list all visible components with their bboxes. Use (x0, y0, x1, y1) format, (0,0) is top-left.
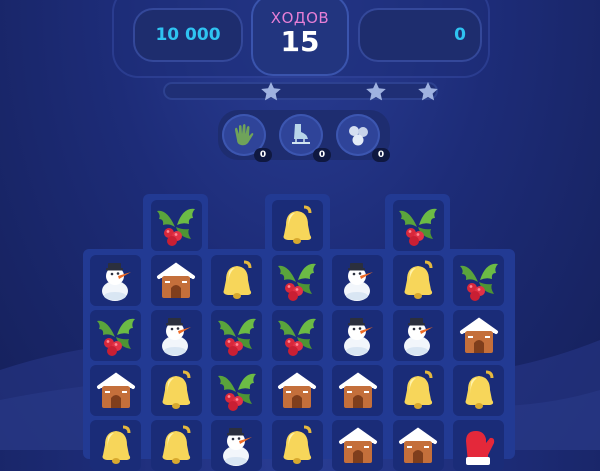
holly-icon (278, 318, 316, 356)
bell-icon (404, 370, 433, 409)
tile-bell[interactable] (271, 200, 323, 251)
score-display: 10 000 (133, 8, 243, 62)
tile-snowman[interactable] (332, 255, 383, 306)
bell-icon (465, 370, 493, 409)
snowman-icon (162, 317, 191, 356)
gingerbread-icon (338, 372, 377, 408)
bell-icon (102, 425, 130, 464)
tile-bell[interactable] (150, 365, 202, 416)
tile-holly[interactable] (392, 200, 444, 251)
target-value: 0 (454, 25, 466, 45)
moves-value: 15 (280, 25, 320, 58)
tile-bell[interactable] (90, 420, 141, 471)
bell-icon (162, 425, 191, 464)
holly-icon (278, 263, 316, 301)
booster-count: 0 (372, 148, 390, 162)
holly-icon (157, 208, 195, 246)
holly-icon (399, 208, 437, 246)
star-icon (418, 82, 438, 101)
tile-bell[interactable] (392, 365, 444, 416)
star-icon (366, 82, 386, 101)
tile-gingerbread[interactable] (90, 365, 141, 416)
gingerbread-icon (338, 427, 377, 463)
tile-mitten[interactable] (453, 420, 504, 471)
tile-snowman[interactable] (150, 310, 202, 361)
star-icon (261, 82, 281, 101)
glove-icon (235, 124, 254, 146)
tile-snowman[interactable] (90, 255, 141, 306)
tile-holly[interactable] (150, 200, 202, 251)
booster-count: 0 (254, 148, 272, 162)
skate-icon (292, 124, 310, 144)
tile-holly[interactable] (271, 255, 323, 306)
booster-count: 0 (313, 148, 331, 162)
tile-bell[interactable] (392, 255, 444, 306)
snowman-icon (101, 262, 131, 301)
snowman-icon (404, 317, 433, 356)
snowman-icon (343, 262, 373, 301)
bell-icon (283, 205, 312, 244)
gingerbread-icon (96, 372, 135, 408)
tile-holly[interactable] (453, 255, 504, 306)
tile-gingerbread[interactable] (392, 420, 444, 471)
moves-counter: ХОДОВ 15 (251, 0, 349, 76)
snowman-icon (222, 427, 252, 466)
target-display: 0 (358, 8, 482, 62)
bell-icon (404, 260, 433, 299)
tile-holly[interactable] (271, 310, 323, 361)
mitten-icon (465, 430, 494, 465)
tile-holly[interactable] (211, 310, 262, 361)
gingerbread-icon (399, 427, 437, 463)
snowman-icon (343, 317, 373, 356)
tile-snowman[interactable] (332, 310, 383, 361)
tile-bell[interactable] (271, 420, 323, 471)
score-progress-bar (163, 82, 438, 100)
tile-holly[interactable] (211, 365, 262, 416)
tile-gingerbread[interactable] (453, 310, 504, 361)
gingerbread-icon (157, 262, 195, 298)
tile-gingerbread[interactable] (332, 365, 383, 416)
bell-icon (162, 370, 191, 409)
tile-snowman[interactable] (392, 310, 444, 361)
bell-icon (223, 260, 251, 299)
gingerbread-icon (459, 317, 498, 353)
gingerbread-icon (278, 372, 316, 408)
tile-bell[interactable] (150, 420, 202, 471)
snowballs-icon (349, 126, 368, 146)
holly-icon (217, 318, 256, 356)
tile-bell[interactable] (211, 255, 262, 306)
tile-gingerbread[interactable] (271, 365, 323, 416)
score-value: 10 000 (155, 25, 221, 45)
tile-gingerbread[interactable] (150, 255, 202, 306)
tile-snowman[interactable] (211, 420, 262, 471)
holly-icon (459, 263, 498, 301)
tile-bell[interactable] (453, 365, 504, 416)
tile-gingerbread[interactable] (332, 420, 383, 471)
holly-icon (96, 318, 135, 356)
holly-icon (217, 373, 256, 411)
bell-icon (283, 425, 312, 464)
tile-holly[interactable] (90, 310, 141, 361)
